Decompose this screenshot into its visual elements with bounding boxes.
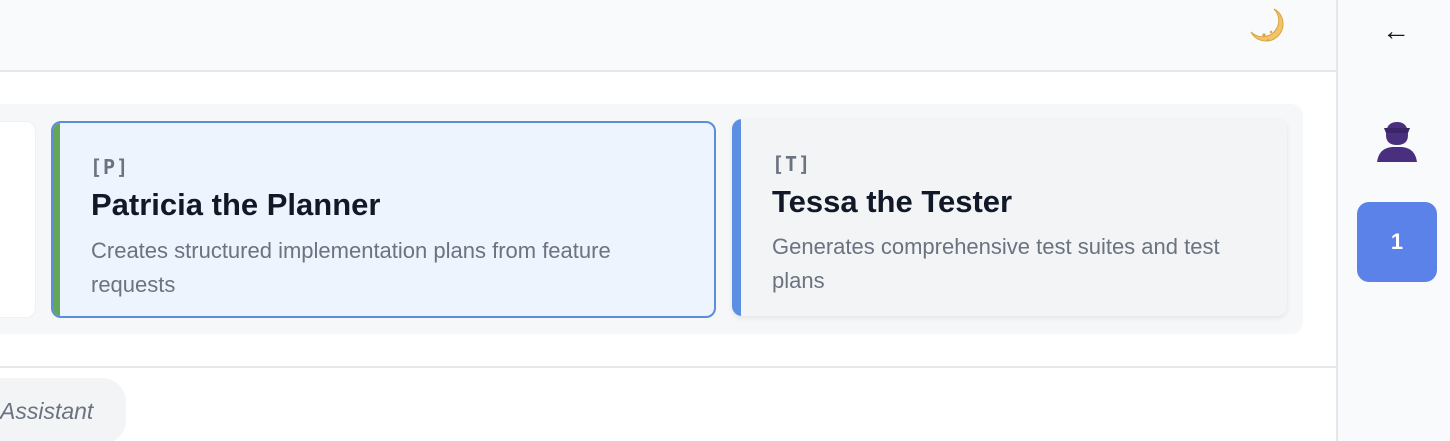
agent-initial: [P] xyxy=(90,155,130,179)
theme-toggle-button[interactable] xyxy=(1247,5,1289,47)
user-silhouette-icon xyxy=(1377,122,1417,162)
input-area xyxy=(0,366,1336,441)
crescent-moon-icon xyxy=(1250,8,1284,42)
agent-description: Generates comprehensive test suites and … xyxy=(772,234,1220,293)
agent-name: Tessa the Tester xyxy=(772,184,1013,219)
agent-initial: [T] xyxy=(772,152,812,176)
agent-card-planner[interactable]: [P] Patricia the Planner Creates structu… xyxy=(51,121,716,318)
agent-card-tester[interactable]: [T] Tessa the Tester Generates comprehen… xyxy=(732,119,1287,316)
assistant-label: Assistant xyxy=(0,398,94,424)
card-accent-bar xyxy=(732,119,741,316)
badge-count: 1 xyxy=(1390,229,1404,254)
user-avatar-button[interactable] xyxy=(1372,118,1422,164)
back-button[interactable]: ← xyxy=(1371,12,1421,50)
agent-name: Patricia the Planner xyxy=(91,187,381,222)
main-panel: [P] Patricia the Planner Creates structu… xyxy=(0,0,1336,441)
agent-description: Creates structured implementation plans … xyxy=(91,238,611,297)
top-bar xyxy=(0,0,1336,72)
notification-badge-button[interactable]: 1 xyxy=(1357,202,1437,282)
agent-card-previous[interactable] xyxy=(0,121,36,318)
left-arrow-icon: ← xyxy=(1382,15,1410,46)
card-accent-bar xyxy=(53,123,60,316)
